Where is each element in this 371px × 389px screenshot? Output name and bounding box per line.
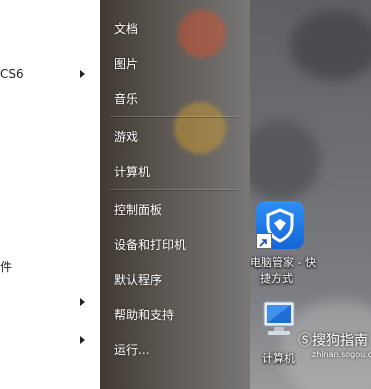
program-item-cs6[interactable]: CS6	[0, 67, 24, 81]
watermark: Ⓢ搜狗指南 zhinan.sogou.com	[298, 330, 371, 359]
computer-label-text: 计算机	[262, 352, 295, 365]
watermark-text: 搜狗指南	[312, 333, 368, 349]
ghost-image-icon	[178, 10, 226, 58]
menu-item-run[interactable]: 运行...	[114, 341, 149, 358]
menu-item-control-panel[interactable]: 控制面板	[114, 201, 162, 218]
program-item-label: 件	[0, 260, 13, 274]
program-item[interactable]: 件	[0, 258, 12, 275]
menu-item-music[interactable]: 音乐	[114, 90, 138, 107]
pc-manager-shortcut-label[interactable]: 电脑管家 - 快 捷方式	[250, 254, 316, 286]
menu-item-help-support[interactable]: 帮助和支持	[114, 306, 174, 323]
menu-item-label: 游戏	[114, 130, 139, 144]
watermark-subtext: zhinan.sogou.com	[312, 350, 371, 359]
menu-item-label: 文档	[114, 22, 139, 36]
ghost-image-icon	[174, 102, 226, 154]
menu-item-devices-printers[interactable]: 设备和打印机	[114, 236, 186, 253]
wallpaper-shape	[250, 120, 320, 200]
menu-item-label: 默认程序	[114, 273, 163, 287]
submenu-arrow-icon	[80, 70, 85, 78]
program-list: CS6 件	[0, 0, 100, 389]
submenu-arrow-icon[interactable]	[80, 336, 85, 344]
menu-item-computer[interactable]: 计算机	[114, 163, 150, 180]
menu-item-games[interactable]: 游戏	[114, 128, 138, 145]
menu-item-label: 运行...	[114, 343, 150, 357]
menu-item-label: 音乐	[114, 92, 139, 106]
menu-item-label: 帮助和支持	[114, 308, 175, 322]
menu-item-label: 设备和打印机	[114, 238, 187, 252]
menu-item-documents[interactable]: 文档	[114, 20, 138, 37]
shortcut-arrow-icon	[256, 233, 272, 249]
start-menu-right-pane: 文档 图片 音乐 游戏 计算机 控制面板 设备和打印机 默认程序 帮助和支持 运…	[100, 0, 250, 389]
shortcut-label-line: 捷方式	[260, 272, 293, 285]
shortcut-label-line: 电脑管家 - 快	[250, 256, 316, 269]
wallpaper-shape	[290, 10, 371, 80]
menu-separator	[110, 189, 238, 190]
menu-item-default-programs[interactable]: 默认程序	[114, 271, 162, 288]
menu-item-label: 控制面板	[114, 203, 163, 217]
watermark-logo-icon: Ⓢ	[298, 333, 312, 349]
menu-item-label: 计算机	[114, 165, 151, 179]
submenu-arrow-icon[interactable]	[80, 298, 85, 306]
menu-item-pictures[interactable]: 图片	[114, 55, 138, 72]
computer-icon[interactable]	[258, 298, 300, 340]
desktop: 电脑管家 - 快 捷方式 计算机 Ⓢ搜狗指南 zhinan.sogou.com	[250, 0, 371, 389]
menu-separator	[110, 116, 238, 117]
computer-label[interactable]: 计算机	[262, 350, 295, 366]
menu-item-label: 图片	[114, 57, 139, 71]
program-item-label: CS6	[0, 67, 24, 81]
